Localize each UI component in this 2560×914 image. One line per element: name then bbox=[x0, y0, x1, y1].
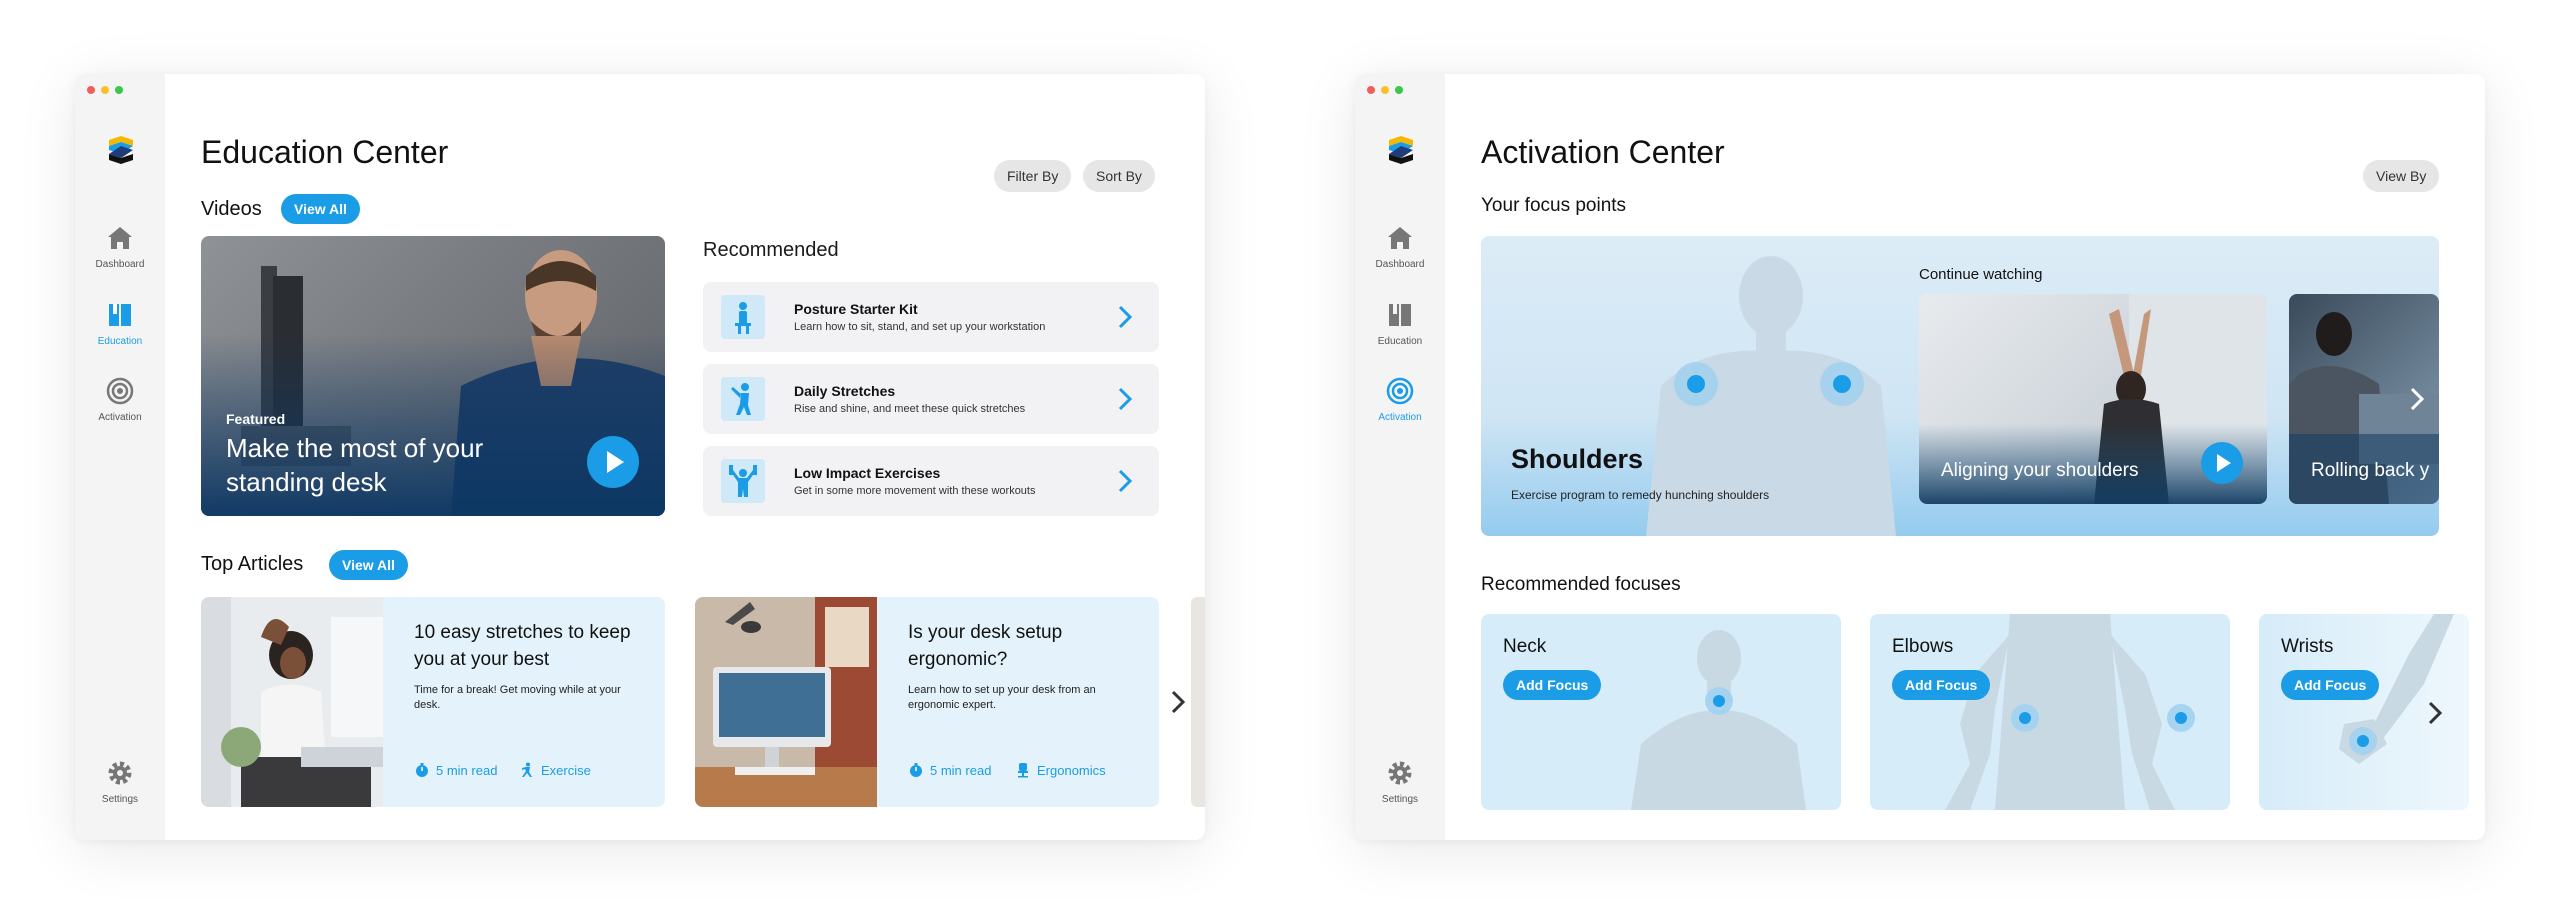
sidebar-item-activation[interactable]: Activation bbox=[1355, 376, 1445, 423]
article-card[interactable]: 10 easy stretches to keep you at your be… bbox=[201, 597, 665, 807]
recommended-heading: Recommended bbox=[703, 239, 839, 261]
chevron-right-icon bbox=[1118, 387, 1133, 411]
maximize-window-button[interactable] bbox=[1395, 86, 1403, 94]
focus-card-neck[interactable]: Neck Add Focus bbox=[1481, 614, 1841, 810]
chevron-right-icon bbox=[1118, 305, 1133, 329]
video-card[interactable]: Aligning your shoulders bbox=[1919, 294, 2267, 504]
focus-name: Elbows bbox=[1892, 636, 1954, 657]
recommended-item[interactable]: Daily Stretches Rise and shine, and meet… bbox=[703, 364, 1159, 434]
sidebar-item-settings[interactable]: Settings bbox=[1355, 758, 1445, 805]
focus-hero-card[interactable]: Shoulders Exercise program to remedy hun… bbox=[1481, 236, 2439, 536]
sidebar-item-settings[interactable]: Settings bbox=[75, 758, 165, 805]
main-content: Education Center Filter By Sort By Video… bbox=[165, 74, 1205, 840]
chevron-right-icon[interactable] bbox=[2425, 698, 2445, 728]
window-controls bbox=[87, 86, 123, 94]
stopwatch-icon bbox=[416, 763, 428, 777]
view-by-button[interactable]: View By bbox=[2363, 160, 2440, 192]
articles-view-all-button[interactable]: View All bbox=[329, 550, 408, 580]
play-icon bbox=[607, 451, 624, 473]
maximize-window-button[interactable] bbox=[115, 86, 123, 94]
desk-chair-icon bbox=[1018, 763, 1028, 778]
minimize-window-button[interactable] bbox=[101, 86, 109, 94]
focus-card-wrists[interactable]: Wrists Add Focus bbox=[2259, 614, 2469, 810]
filter-button[interactable]: Filter By bbox=[994, 160, 1072, 192]
sidebar-item-dashboard[interactable]: Dashboard bbox=[75, 223, 165, 270]
add-focus-button[interactable]: Add Focus bbox=[1892, 670, 1991, 700]
recommended-item[interactable]: Low Impact Exercises Get in some more mo… bbox=[703, 446, 1159, 516]
sidebar-item-education[interactable]: Education bbox=[75, 300, 165, 347]
focus-name: Shoulders bbox=[1511, 444, 1644, 474]
featured-label: Featured bbox=[226, 411, 286, 427]
close-window-button[interactable] bbox=[87, 86, 95, 94]
add-focus-button[interactable]: Add Focus bbox=[1503, 670, 1602, 700]
article-description: Time for a break! Get moving while at yo… bbox=[414, 684, 621, 711]
exercise-icon bbox=[721, 459, 765, 503]
activation-window: Dashboard Education Activation Settings … bbox=[1355, 74, 2485, 840]
article-description: Learn how to set up your desk from an er… bbox=[908, 684, 1096, 711]
book-icon bbox=[1389, 304, 1411, 326]
focus-name: Neck bbox=[1503, 636, 1547, 657]
play-button[interactable] bbox=[2201, 442, 2243, 484]
sidebar-item-activation[interactable]: Activation bbox=[75, 376, 165, 423]
focus-card-elbows[interactable]: Elbows Add Focus bbox=[1870, 614, 2230, 810]
gear-icon bbox=[108, 761, 132, 785]
app-logo-icon bbox=[109, 136, 133, 164]
article-tag: Exercise bbox=[519, 762, 591, 778]
chevron-right-icon[interactable] bbox=[2407, 384, 2427, 414]
main-content: Activation Center View By Your focus poi… bbox=[1445, 74, 2485, 840]
video-card[interactable]: Rolling back y bbox=[2289, 294, 2439, 504]
sidebar: Dashboard Education Activation Settings bbox=[1355, 74, 1445, 840]
focus-description: Exercise program to remedy hunching shou… bbox=[1511, 488, 1770, 502]
recommended-item[interactable]: Posture Starter Kit Learn how to sit, st… bbox=[703, 282, 1159, 352]
sort-button[interactable]: Sort By bbox=[1083, 160, 1155, 192]
stretch-icon bbox=[721, 377, 765, 421]
featured-title: Make the most of your standing desk bbox=[226, 433, 484, 497]
add-focus-button[interactable]: Add Focus bbox=[2281, 670, 2380, 700]
videos-heading: Videos bbox=[201, 198, 262, 220]
page-title: Activation Center bbox=[1481, 134, 1725, 170]
stretch-person-icon bbox=[522, 762, 532, 777]
target-icon bbox=[1386, 377, 1414, 405]
sidebar: Dashboard Education Activation Settings bbox=[75, 74, 165, 840]
book-icon bbox=[109, 304, 131, 326]
play-icon bbox=[2217, 454, 2231, 472]
article-card-peek bbox=[1191, 597, 1205, 807]
play-button[interactable] bbox=[587, 436, 639, 488]
home-icon bbox=[108, 227, 132, 249]
videos-view-all-button[interactable]: View All bbox=[281, 194, 360, 224]
article-card[interactable]: Is your desk setup ergonomic? Learn how … bbox=[695, 597, 1159, 807]
continue-watching-label: Continue watching bbox=[1919, 266, 2043, 283]
featured-video-card[interactable]: Featured Make the most of your standing … bbox=[201, 236, 665, 516]
article-image bbox=[695, 597, 877, 807]
education-window: Dashboard Education Activation Settings … bbox=[75, 74, 1205, 840]
minimize-window-button[interactable] bbox=[1381, 86, 1389, 94]
article-read-time: 5 min read bbox=[414, 762, 497, 778]
page-title: Education Center bbox=[201, 134, 449, 170]
articles-heading: Top Articles bbox=[201, 553, 304, 575]
video-title: Aligning your shoulders bbox=[1941, 460, 2139, 481]
article-title: 10 easy stretches to keep you at your be… bbox=[414, 622, 631, 670]
chevron-right-icon[interactable] bbox=[1168, 687, 1188, 717]
sidebar-item-dashboard[interactable]: Dashboard bbox=[1355, 223, 1445, 270]
chevron-right-icon bbox=[1118, 469, 1133, 493]
window-controls bbox=[1367, 86, 1403, 94]
article-tag: Ergonomics bbox=[1015, 762, 1106, 778]
gear-icon bbox=[1388, 761, 1412, 785]
posture-icon bbox=[721, 295, 765, 339]
app-logo-icon bbox=[1389, 136, 1413, 164]
close-window-button[interactable] bbox=[1367, 86, 1375, 94]
article-read-time: 5 min read bbox=[908, 762, 991, 778]
article-image bbox=[201, 597, 383, 807]
home-icon bbox=[1388, 227, 1412, 249]
focus-name: Wrists bbox=[2281, 636, 2334, 657]
stopwatch-icon bbox=[910, 763, 922, 777]
recommended-focuses-heading: Recommended focuses bbox=[1481, 574, 1681, 595]
sidebar-item-education[interactable]: Education bbox=[1355, 300, 1445, 347]
focus-points-heading: Your focus points bbox=[1481, 195, 1627, 216]
video-title: Rolling back y bbox=[2311, 460, 2430, 481]
target-icon bbox=[106, 377, 134, 405]
article-title: Is your desk setup ergonomic? bbox=[908, 622, 1063, 670]
